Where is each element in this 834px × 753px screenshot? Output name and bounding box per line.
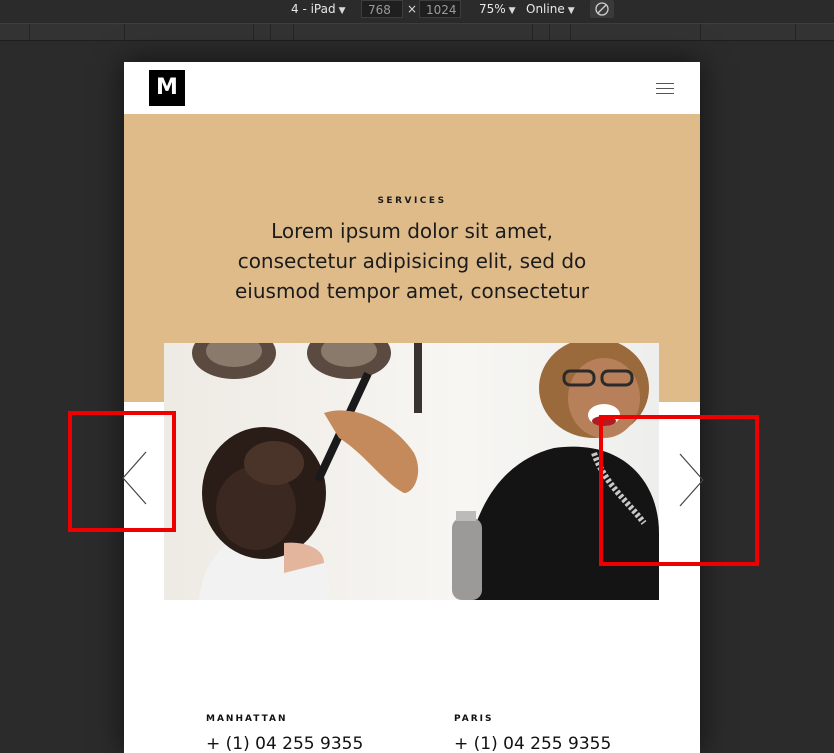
contact-paris: PARIS + (1) 04 255 9355 — [454, 714, 611, 753]
highlight-box-right — [599, 415, 759, 566]
ruler-tick — [532, 24, 533, 40]
section-kicker: SERVICES — [377, 196, 447, 206]
network-select[interactable]: Online ▼ — [526, 2, 575, 16]
hamburger-menu-button[interactable] — [654, 81, 676, 97]
contact-phone-link[interactable]: + (1) 04 255 9355 — [206, 734, 363, 753]
network-caret-icon: ▼ — [567, 6, 575, 16]
rotate-button[interactable] — [590, 0, 614, 18]
site-logo[interactable]: M — [149, 70, 185, 106]
ruler-tick — [293, 24, 294, 40]
device-caret-icon: ▼ — [338, 6, 346, 16]
network-label: Online — [526, 2, 565, 16]
highlight-box-left — [68, 411, 176, 532]
ruler-tick — [270, 24, 271, 40]
device-select[interactable]: 4 - iPad ▼ — [291, 2, 346, 16]
contact-phone-link[interactable]: + (1) 04 255 9355 — [454, 734, 611, 753]
salon-photo-illustration — [164, 343, 659, 600]
zoom-select[interactable]: 75% ▼ — [479, 2, 516, 16]
viewport-width-input[interactable]: 768 — [361, 0, 403, 18]
zoom-caret-icon: ▼ — [508, 6, 516, 16]
zoom-label: 75% — [479, 2, 506, 16]
device-viewport: M SERVICES Lorem ipsum dolor sit amet, c… — [124, 62, 700, 753]
ruler-tick — [700, 24, 701, 40]
hero-heading: Lorem ipsum dolor sit amet, consectetur … — [235, 219, 589, 303]
ruler-tick — [124, 24, 125, 40]
ruler-tick — [570, 24, 571, 40]
ruler-tick — [549, 24, 550, 40]
device-toolbar: 4 - iPad ▼ 768 × 1024 75% ▼ Online ▼ — [0, 0, 834, 20]
hamburger-icon — [656, 83, 674, 84]
contact-city: PARIS — [454, 714, 494, 724]
ruler-tick — [253, 24, 254, 40]
viewport-height-input[interactable]: 1024 — [419, 0, 461, 18]
hamburger-icon — [656, 93, 674, 94]
hero-photo — [164, 343, 659, 600]
contact-city: MANHATTAN — [206, 714, 288, 724]
site-header: M — [124, 62, 700, 114]
media-query-ruler — [0, 23, 834, 41]
contact-manhattan: MANHATTAN + (1) 04 255 9355 — [206, 714, 363, 753]
hamburger-icon — [656, 88, 674, 89]
device-label: 4 - iPad — [291, 2, 336, 16]
dimension-separator: × — [407, 2, 418, 16]
rotate-icon — [595, 2, 609, 16]
ruler-tick — [29, 24, 30, 40]
ruler-tick — [795, 24, 796, 40]
